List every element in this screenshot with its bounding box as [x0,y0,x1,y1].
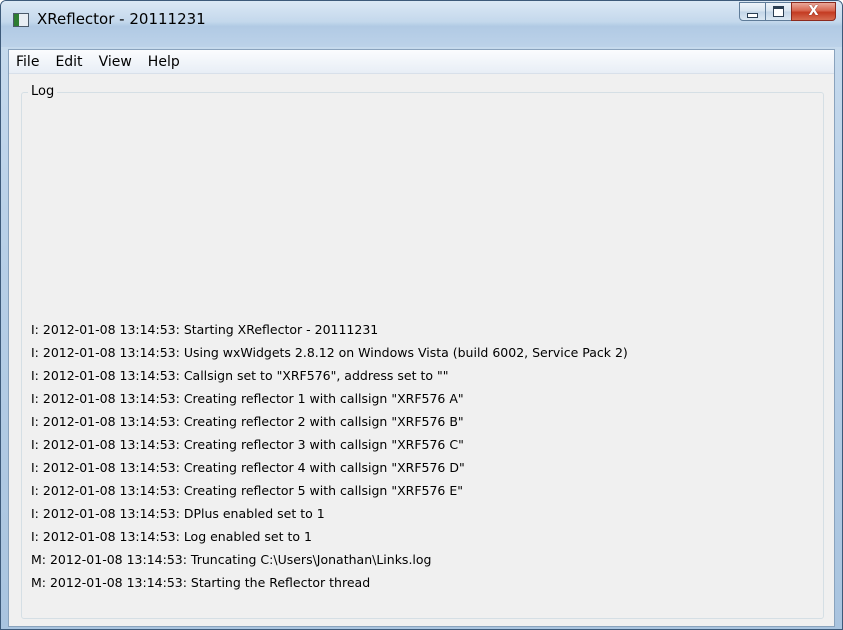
log-group-label: Log [28,84,58,99]
log-line: I: 2012-01-08 13:14:53: Creating reflect… [31,391,464,406]
log-list[interactable]: I: 2012-01-08 13:14:53: Starting XReflec… [31,318,821,594]
close-button[interactable]: X [791,2,836,21]
log-line: I: 2012-01-08 13:14:53: Creating reflect… [31,460,465,475]
log-line: I: 2012-01-08 13:14:53: Creating reflect… [31,414,464,429]
log-line: I: 2012-01-08 13:14:53: Creating reflect… [31,437,464,452]
log-line: I: 2012-01-08 13:14:53: Creating reflect… [31,483,463,498]
log-line: M: 2012-01-08 13:14:53: Starting the Ref… [31,575,371,590]
menu-edit[interactable]: Edit [48,51,89,73]
log-line: I: 2012-01-08 13:14:53: Log enabled set … [31,529,312,544]
menu-bar: File Edit View Help [9,50,834,74]
log-line: I: 2012-01-08 13:14:53: DPlus enabled se… [31,506,325,521]
close-icon: X [808,4,819,19]
caption-buttons: X [739,2,836,22]
app-icon[interactable] [13,13,29,27]
minimize-icon [747,12,758,18]
maximize-button[interactable] [765,2,792,21]
app-window: XReflector - 20111231 X File Edit View H… [0,0,843,630]
title-bar[interactable]: XReflector - 20111231 X [1,1,842,47]
menu-file[interactable]: File [9,51,46,73]
minimize-button[interactable] [739,2,766,21]
log-line: I: 2012-01-08 13:14:53: Using wxWidgets … [31,345,628,360]
menu-help[interactable]: Help [141,51,187,73]
log-line: I: 2012-01-08 13:14:53: Callsign set to … [31,368,449,383]
window-title: XReflector - 20111231 [37,10,206,28]
log-line: I: 2012-01-08 13:14:53: Starting XReflec… [31,322,379,337]
log-line: M: 2012-01-08 13:14:53: Truncating C:\Us… [31,552,432,567]
maximize-icon [773,6,784,17]
menu-view[interactable]: View [92,51,139,73]
client-area: File Edit View Help Log I: 2012-01-08 13… [8,49,835,627]
